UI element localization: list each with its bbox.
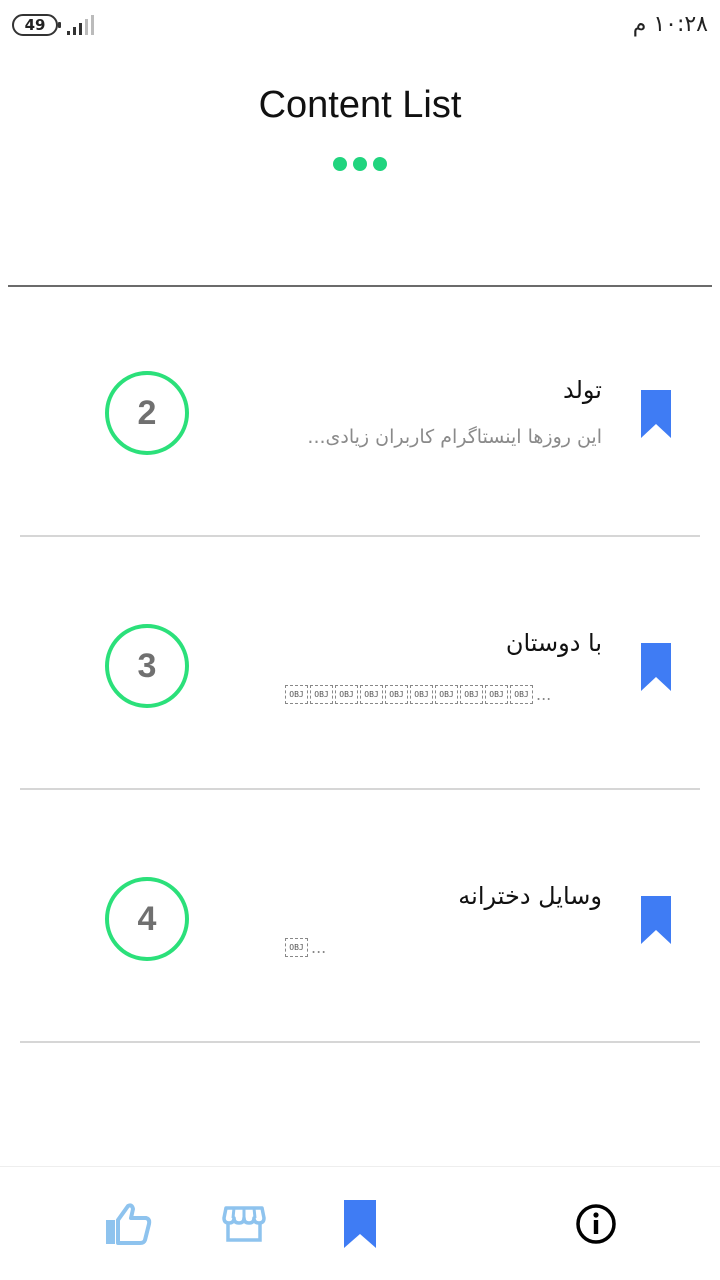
signal-icon — [67, 15, 94, 35]
obj-ellipsis: ... — [536, 685, 552, 704]
obj-glyph: OBJ — [285, 938, 308, 957]
item-title: وسایل دخترانه — [458, 882, 602, 910]
screen: 49 ۱۰:۲۸ م Content List 2 تولد این روزها… — [0, 0, 720, 1280]
battery-indicator: 49 — [12, 14, 61, 36]
item-subtitle-placeholder: OBJ ... — [285, 938, 326, 957]
bookmark-icon[interactable] — [641, 896, 671, 944]
battery-level: 49 — [24, 16, 46, 34]
obj-glyph: OBJ — [510, 685, 533, 704]
obj-glyph: OBJ — [310, 685, 333, 704]
obj-glyph: OBJ — [410, 685, 433, 704]
bookmark-icon[interactable] — [641, 643, 671, 691]
item-title: تولد — [563, 376, 602, 404]
bottom-nav — [0, 1166, 720, 1280]
list-item[interactable]: 4 وسایل دخترانه OBJ ... — [20, 790, 700, 1043]
number-badge: 3 — [105, 624, 189, 708]
obj-glyph: OBJ — [435, 685, 458, 704]
obj-glyph: OBJ — [460, 685, 483, 704]
status-bar: 49 ۱۰:۲۸ م — [0, 0, 720, 52]
obj-glyph: OBJ — [485, 685, 508, 704]
item-title: با دوستان — [505, 629, 602, 657]
obj-ellipsis: ... — [311, 938, 327, 957]
bookmark-icon[interactable] — [641, 390, 671, 438]
number-badge: 4 — [105, 877, 189, 961]
nav-info-button[interactable] — [566, 1167, 626, 1280]
nav-like-button[interactable] — [98, 1167, 158, 1280]
nav-store-button[interactable] — [214, 1167, 274, 1280]
obj-glyph: OBJ — [360, 685, 383, 704]
bookmark-icon — [344, 1200, 376, 1248]
number-badge: 2 — [105, 371, 189, 455]
item-subtitle: این روزها اینستاگرام کاربران زیادی... — [307, 426, 602, 448]
thumbs-up-icon — [106, 1203, 152, 1245]
obj-glyph: OBJ — [385, 685, 408, 704]
store-icon — [222, 1206, 266, 1242]
dot — [333, 157, 347, 171]
dot — [353, 157, 367, 171]
loading-dots — [333, 157, 387, 171]
dot — [373, 157, 387, 171]
info-icon — [576, 1204, 616, 1244]
nav-bookmark-button[interactable] — [330, 1167, 390, 1280]
item-subtitle-placeholder: OBJ OBJ OBJ OBJ OBJ OBJ OBJ OBJ OBJ OBJ … — [285, 685, 551, 704]
status-clock: ۱۰:۲۸ م — [632, 12, 708, 37]
page-title: Content List — [258, 84, 462, 126]
obj-glyph: OBJ — [285, 685, 308, 704]
list-item[interactable]: 3 با دوستان OBJ OBJ OBJ OBJ OBJ OBJ OBJ … — [20, 537, 700, 790]
obj-glyph: OBJ — [335, 685, 358, 704]
list-item[interactable]: 2 تولد این روزها اینستاگرام کاربران زیاد… — [20, 284, 700, 537]
